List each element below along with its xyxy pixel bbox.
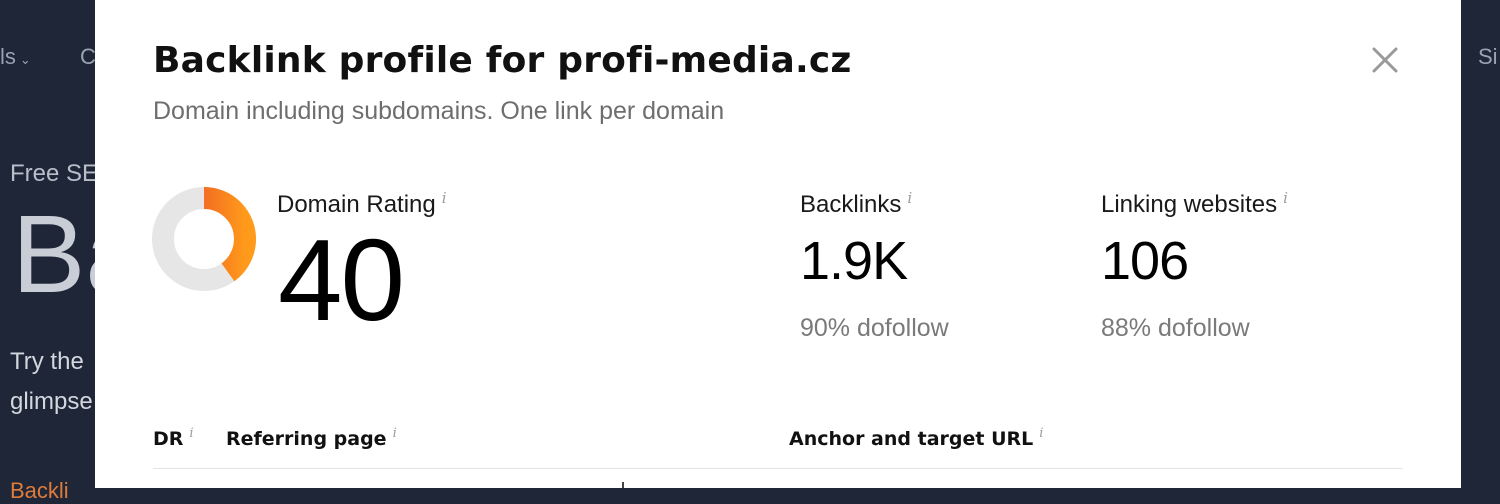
bg-nav-label: ls <box>0 44 16 69</box>
modal-title: Backlink profile for profi-media.cz <box>153 40 852 81</box>
table-divider <box>153 468 1403 469</box>
info-icon[interactable]: i <box>442 189 447 207</box>
close-button[interactable] <box>1369 44 1401 76</box>
info-icon[interactable]: i <box>907 189 912 207</box>
backlinks-dofollow: 90% dofollow <box>800 314 949 342</box>
bg-nav-right[interactable]: Si <box>1478 44 1498 70</box>
close-icon <box>1372 47 1398 73</box>
info-icon[interactable]: i <box>393 426 397 441</box>
domain-rating-donut <box>152 187 256 291</box>
backlinks-label-text: Backlinks <box>800 191 902 218</box>
linking-websites-value: 106 <box>1101 231 1189 291</box>
column-header-label: Anchor and target URL <box>789 428 1034 450</box>
modal-subtitle: Domain including subdomains. One link pe… <box>153 97 725 125</box>
bg-eyebrow: Free SE <box>10 160 99 187</box>
linking-websites-label: Linking websites i <box>1101 189 1288 219</box>
table-row <box>622 482 624 488</box>
column-header-label: Referring page <box>226 428 387 450</box>
domain-rating-value: 40 <box>278 215 405 345</box>
backlink-profile-modal: Backlink profile for profi-media.cz Doma… <box>95 0 1461 488</box>
domain-rating-label-text: Domain Rating <box>277 191 436 218</box>
column-header-referring-page[interactable]: Referring page i <box>226 426 397 450</box>
info-icon[interactable]: i <box>189 426 193 441</box>
bg-desc-line: Try the <box>10 348 84 375</box>
chevron-down-icon: ⌄ <box>19 52 31 67</box>
backlinks-label: Backlinks i <box>800 189 912 219</box>
bg-nav-item[interactable]: ls ⌄ C <box>0 44 96 70</box>
column-header-anchor-target-url[interactable]: Anchor and target URL i <box>789 426 1043 450</box>
linking-websites-label-text: Linking websites <box>1101 191 1278 218</box>
bg-description: Try the glimpse <box>10 342 93 422</box>
info-icon[interactable]: i <box>1283 189 1288 207</box>
backlinks-value: 1.9K <box>800 231 908 291</box>
linking-websites-dofollow: 88% dofollow <box>1101 314 1250 342</box>
bg-link[interactable]: Backli <box>10 478 69 504</box>
table-header: DR i Referring page i Anchor and target UR… <box>153 426 1403 452</box>
info-icon[interactable]: i <box>1039 426 1043 441</box>
bg-nav-label-second: C <box>80 44 96 69</box>
bg-desc-line: glimpse <box>10 388 93 415</box>
column-header-label: DR <box>153 428 184 450</box>
column-header-dr[interactable]: DR i <box>153 426 194 450</box>
